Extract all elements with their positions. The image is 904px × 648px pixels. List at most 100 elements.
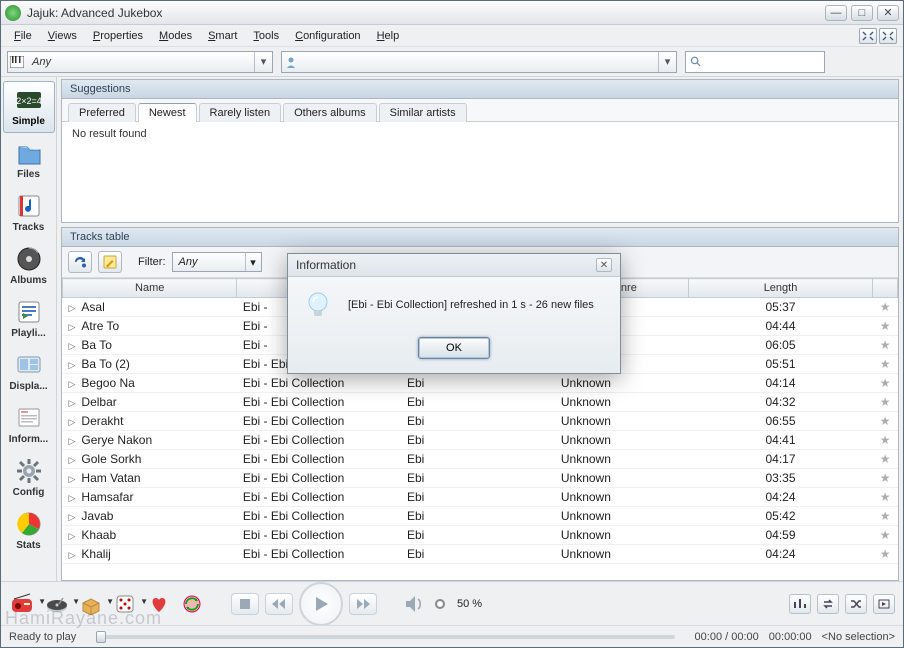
menu-views[interactable]: Views bbox=[41, 28, 84, 44]
rate-star-icon[interactable]: ★ bbox=[873, 507, 898, 526]
menu-help[interactable]: Help bbox=[370, 28, 407, 44]
config-icon bbox=[14, 456, 44, 486]
table-row[interactable]: ▷HamsafarEbi - Ebi CollectionEbiUnknown0… bbox=[63, 488, 898, 507]
rate-star-icon[interactable]: ★ bbox=[873, 298, 898, 317]
table-row[interactable]: ▷Begoo NaEbi - Ebi CollectionEbiUnknown0… bbox=[63, 374, 898, 393]
favorite-button[interactable] bbox=[145, 590, 173, 618]
dj-mode-button[interactable]: ▼ bbox=[43, 590, 71, 618]
sidebar-item-display[interactable]: Displa... bbox=[3, 346, 55, 398]
cell-album: Ebi - Ebi Collection bbox=[237, 469, 401, 488]
volume-knob[interactable] bbox=[435, 599, 445, 609]
sidebar-item-config[interactable]: Config bbox=[3, 452, 55, 504]
table-row[interactable]: ▷DerakhtEbi - Ebi CollectionEbiUnknown06… bbox=[63, 412, 898, 431]
sidebar-item-label: Inform... bbox=[9, 434, 48, 445]
rate-star-icon[interactable]: ★ bbox=[873, 526, 898, 545]
karaoke-button[interactable] bbox=[789, 594, 811, 614]
rate-star-icon[interactable]: ★ bbox=[873, 469, 898, 488]
menu-properties[interactable]: Properties bbox=[86, 28, 150, 44]
ok-button[interactable]: OK bbox=[418, 337, 490, 359]
chevron-down-icon[interactable]: ▾ bbox=[658, 52, 676, 72]
play-icon bbox=[312, 595, 330, 613]
dialog-message: [Ebi - Ebi Collection] refreshed in 1 s … bbox=[348, 299, 594, 311]
play-icon: ▷ bbox=[69, 341, 76, 352]
random-button[interactable] bbox=[845, 594, 867, 614]
rate-star-icon[interactable]: ★ bbox=[873, 355, 898, 374]
menu-tools[interactable]: Tools bbox=[246, 28, 286, 44]
table-row[interactable]: ▷KhaabEbi - Ebi CollectionEbiUnknown04:5… bbox=[63, 526, 898, 545]
chevron-down-icon[interactable]: ▾ bbox=[254, 52, 272, 72]
chevron-down-icon[interactable]: ▾ bbox=[245, 253, 261, 271]
tracks-filter-field-combo[interactable]: Any ▾ bbox=[172, 252, 262, 272]
search-field[interactable] bbox=[705, 55, 820, 69]
column-header[interactable] bbox=[873, 279, 898, 298]
edit-button[interactable] bbox=[98, 251, 122, 273]
mute-button[interactable] bbox=[401, 590, 429, 618]
menu-smart[interactable]: Smart bbox=[201, 28, 244, 44]
tab-newest[interactable]: Newest bbox=[138, 103, 197, 122]
table-row[interactable]: ▷Gole SorkhEbi - Ebi CollectionEbiUnknow… bbox=[63, 450, 898, 469]
expand-panels-icon[interactable] bbox=[879, 28, 897, 44]
sidebar-item-albums[interactable]: Albums bbox=[3, 240, 55, 292]
rate-star-icon[interactable]: ★ bbox=[873, 450, 898, 469]
files-icon bbox=[14, 138, 44, 168]
rate-star-icon[interactable]: ★ bbox=[873, 393, 898, 412]
column-header[interactable]: Length bbox=[688, 279, 873, 298]
tab-similar-artists[interactable]: Similar artists bbox=[379, 103, 467, 122]
prev-button[interactable] bbox=[265, 593, 293, 615]
repeat-button[interactable] bbox=[817, 594, 839, 614]
table-row[interactable]: ▷KhalijEbi - Ebi CollectionEbiUnknown04:… bbox=[63, 545, 898, 564]
table-row[interactable]: ▷Gerye NakonEbi - Ebi CollectionEbiUnkno… bbox=[63, 431, 898, 450]
seek-thumb[interactable] bbox=[96, 631, 106, 643]
table-row[interactable]: ▷DelbarEbi - Ebi CollectionEbiUnknown04:… bbox=[63, 393, 898, 412]
speaker-icon bbox=[404, 594, 426, 614]
tab-rarely-listen[interactable]: Rarely listen bbox=[199, 103, 282, 122]
continue-button[interactable] bbox=[873, 594, 895, 614]
sidebar-item-label: Config bbox=[13, 487, 45, 498]
novelties-button[interactable] bbox=[179, 590, 207, 618]
table-row[interactable]: ▷JavabEbi - Ebi CollectionEbiUnknown05:4… bbox=[63, 507, 898, 526]
tab-preferred[interactable]: Preferred bbox=[68, 103, 136, 122]
minimize-button[interactable]: — bbox=[825, 5, 847, 21]
menu-configuration[interactable]: Configuration bbox=[288, 28, 367, 44]
sidebar-item-stats[interactable]: Stats bbox=[3, 505, 55, 557]
display-icon bbox=[14, 350, 44, 380]
next-button[interactable] bbox=[349, 593, 377, 615]
rate-star-icon[interactable]: ★ bbox=[873, 488, 898, 507]
tab-others-albums[interactable]: Others albums bbox=[283, 103, 377, 122]
menu-file[interactable]: File bbox=[7, 28, 39, 44]
rate-star-icon[interactable]: ★ bbox=[873, 374, 898, 393]
collapse-panels-icon[interactable] bbox=[859, 28, 877, 44]
search-input[interactable] bbox=[685, 51, 825, 73]
sidebar-item-files[interactable]: Files bbox=[3, 134, 55, 186]
playlist-mode-button[interactable]: ▼ bbox=[9, 590, 37, 618]
rate-star-icon[interactable]: ★ bbox=[873, 317, 898, 336]
sidebar-item-playlists[interactable]: Playli... bbox=[3, 293, 55, 345]
rate-star-icon[interactable]: ★ bbox=[873, 336, 898, 355]
shuffle-button[interactable]: ▼ bbox=[111, 590, 139, 618]
rate-star-icon[interactable]: ★ bbox=[873, 431, 898, 450]
cell-genre: Unknown bbox=[555, 393, 688, 412]
refresh-button[interactable] bbox=[68, 251, 92, 273]
rate-star-icon[interactable]: ★ bbox=[873, 412, 898, 431]
rate-star-icon[interactable]: ★ bbox=[873, 545, 898, 564]
status-time-pair: 00:00 / 00:00 bbox=[695, 631, 759, 643]
sidebar-item-info[interactable]: Inform... bbox=[3, 399, 55, 451]
menu-modes[interactable]: Modes bbox=[152, 28, 199, 44]
play-button[interactable] bbox=[299, 582, 343, 626]
box-icon bbox=[79, 593, 103, 615]
column-header[interactable]: Name bbox=[63, 279, 237, 298]
play-icon: ▷ bbox=[69, 303, 76, 314]
seek-slider[interactable] bbox=[96, 635, 674, 639]
ambience-button[interactable]: ▼ bbox=[77, 590, 105, 618]
table-row[interactable]: ▷Ham VatanEbi - Ebi CollectionEbiUnknown… bbox=[63, 469, 898, 488]
close-button[interactable]: ✕ bbox=[877, 5, 899, 21]
maximize-button[interactable]: □ bbox=[851, 5, 873, 21]
dialog-close-button[interactable]: ✕ bbox=[596, 258, 612, 272]
artist-filter-combo[interactable]: ▾ bbox=[281, 51, 677, 73]
sidebar-item-tracks[interactable]: Tracks bbox=[3, 187, 55, 239]
stop-button[interactable] bbox=[231, 593, 259, 615]
sidebar-item-label: Playli... bbox=[11, 328, 45, 339]
style-filter-combo[interactable]: Any ▾ bbox=[7, 51, 273, 73]
prev-icon bbox=[272, 599, 286, 609]
sidebar-item-simple[interactable]: 2×2=4Simple bbox=[3, 81, 55, 133]
